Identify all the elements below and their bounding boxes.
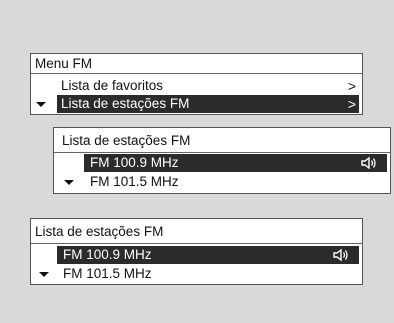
fm-station-list-a-title: Lista de estações FM: [62, 133, 191, 148]
scroll-down-arrow-icon: [36, 102, 46, 107]
fm-menu-divider: [31, 73, 362, 74]
station-row-fm-100-9-label: FM 100.9 MHz: [90, 155, 179, 170]
speaker-icon: [333, 248, 348, 262]
station-row-fm-100-9[interactable]: FM 100.9 MHz: [84, 154, 387, 172]
menu-item-fm-station-list-label: Lista de estações FM: [61, 96, 190, 111]
station-row-fm-101-5-label: FM 101.5 MHz: [90, 174, 179, 189]
fm-station-list-a-divider: [54, 152, 390, 153]
menu-item-fm-station-list[interactable]: Lista de estações FM >: [57, 95, 359, 113]
fm-menu-panel: Menu FM Lista de favoritos > Lista de es…: [30, 53, 363, 115]
fm-station-list-panel-a: Lista de estações FM FM 100.9 MHz FM 101…: [53, 127, 391, 194]
station-row-fm-101-5[interactable]: FM 101.5 MHz: [57, 265, 359, 283]
station-row-fm-100-9-label: FM 100.9 MHz: [63, 247, 152, 262]
station-row-fm-100-9[interactable]: FM 100.9 MHz: [57, 246, 359, 264]
station-row-fm-101-5-label: FM 101.5 MHz: [63, 266, 152, 281]
scroll-down-arrow-icon: [64, 180, 74, 185]
fm-station-list-b-divider: [31, 243, 362, 244]
menu-item-favorites[interactable]: Lista de favoritos >: [57, 77, 359, 95]
chevron-right-icon: >: [347, 78, 356, 94]
fm-station-list-b-title: Lista de estações FM: [35, 224, 164, 239]
menu-item-favorites-label: Lista de favoritos: [61, 78, 164, 93]
station-row-fm-101-5[interactable]: FM 101.5 MHz: [84, 173, 387, 191]
fm-menu-title: Menu FM: [35, 56, 93, 71]
chevron-right-icon: >: [347, 96, 356, 112]
fm-station-list-panel-b: Lista de estações FM FM 100.9 MHz FM 101…: [30, 218, 363, 285]
speaker-icon: [361, 156, 376, 170]
scroll-down-arrow-icon: [39, 272, 49, 277]
